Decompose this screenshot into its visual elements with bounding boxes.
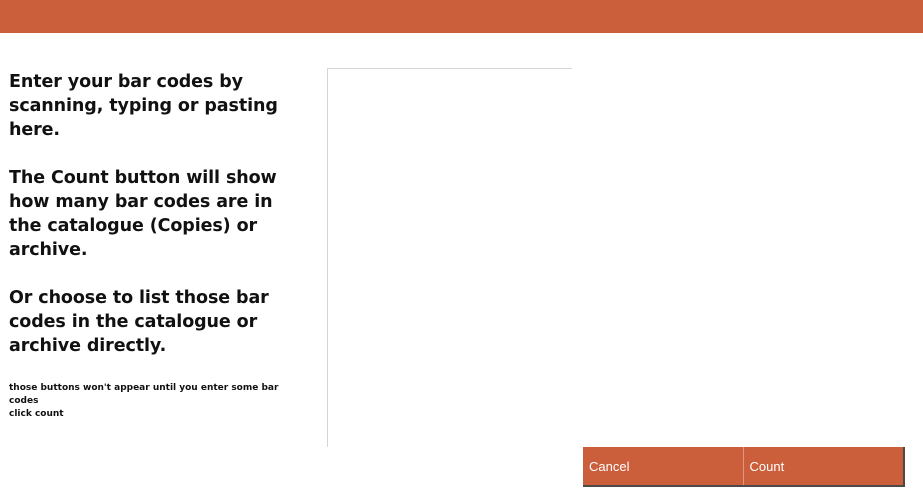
instruction-note-line: those buttons won't appear until you ent… xyxy=(9,383,279,406)
instruction-list-barcodes: Or choose to list those bar codes in the… xyxy=(9,288,269,356)
instruction-enter-barcodes: Enter your bar codes by scanning, typing… xyxy=(9,72,278,140)
cancel-button[interactable]: Cancel xyxy=(583,447,743,485)
instruction-count-button: The Count button will show how many bar … xyxy=(9,168,277,260)
action-button-bar: Cancel Count xyxy=(583,447,905,487)
top-header-bar xyxy=(0,0,923,33)
barcode-input[interactable] xyxy=(327,68,572,447)
count-button[interactable]: Count xyxy=(742,447,904,485)
instruction-note: those buttons won't appear until you ent… xyxy=(9,382,299,421)
instructions-panel: Enter your bar codes by scanning, typing… xyxy=(9,70,299,421)
instruction-note-line: click count xyxy=(9,409,64,419)
